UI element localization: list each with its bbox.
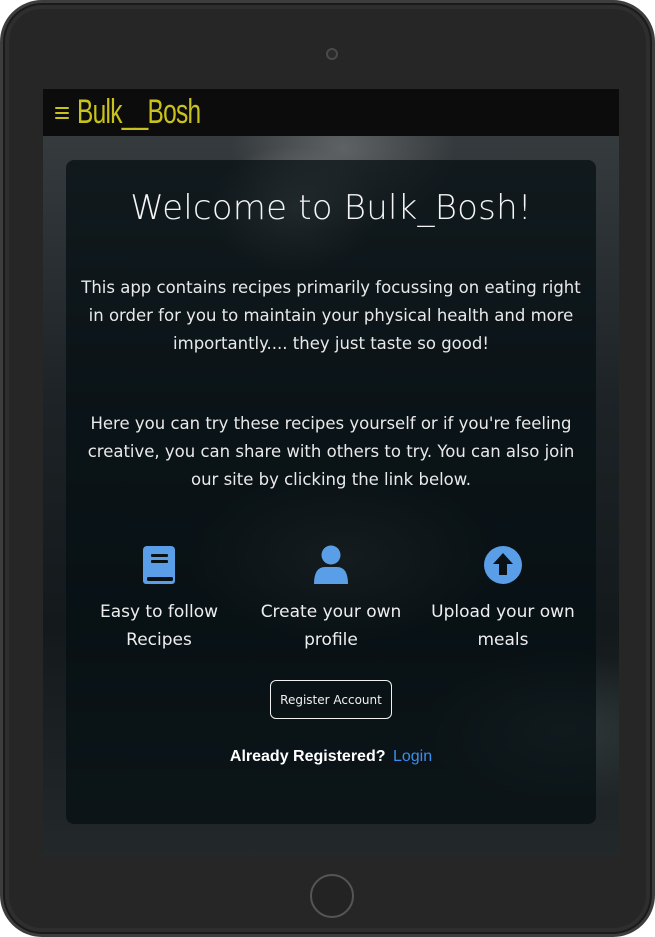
screen: Bulk__Bosh Welcome to Bulk_Bosh! This ap…	[43, 89, 619, 856]
page-title: Welcome to Bulk_Bosh!	[130, 188, 532, 228]
intro-paragraph: This app contains recipes primarily focu…	[81, 278, 581, 353]
join-paragraph: Here you can try these recipes yourself …	[87, 414, 575, 489]
user-icon	[247, 544, 415, 586]
welcome-card: Welcome to Bulk_Bosh! This app contains …	[66, 160, 596, 824]
login-link[interactable]: Login	[393, 748, 432, 765]
navbar: Bulk__Bosh	[43, 89, 619, 136]
home-button[interactable]	[310, 874, 354, 918]
upload-arrow-icon	[419, 544, 587, 586]
login-prompt: Already Registered?	[229, 748, 386, 765]
feature-profile: Create your own profile	[247, 544, 415, 654]
camera	[326, 48, 338, 60]
book-icon	[75, 544, 243, 586]
feature-label: Upload your own meals	[431, 602, 575, 650]
feature-label: Create your own profile	[260, 602, 402, 650]
feature-upload: Upload your own meals	[419, 544, 587, 654]
feature-label: Easy to follow Recipes	[99, 602, 219, 650]
feature-recipes: Easy to follow Recipes	[75, 544, 243, 654]
tablet-frame: Bulk__Bosh Welcome to Bulk_Bosh! This ap…	[0, 0, 655, 937]
login-row: Already Registered? Login	[66, 748, 596, 766]
brand-logo[interactable]: Bulk__Bosh	[77, 89, 201, 136]
register-account-button[interactable]: Register Account	[270, 680, 392, 719]
hamburger-menu-icon[interactable]	[55, 106, 69, 119]
